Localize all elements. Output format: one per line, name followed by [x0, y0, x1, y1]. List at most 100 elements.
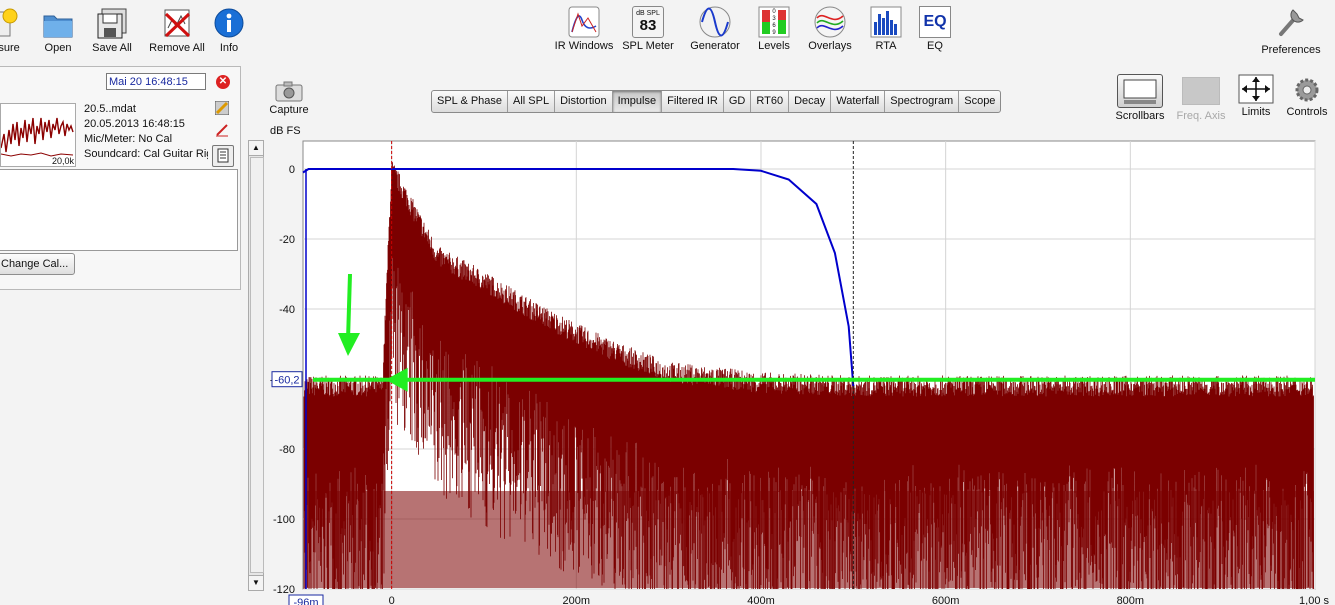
scrollbar-thumb[interactable]	[250, 157, 264, 573]
scroll-down-arrow-icon[interactable]: ▼	[249, 575, 263, 590]
notes-icon[interactable]	[212, 145, 234, 167]
spl-meter-icon-value: 83	[639, 17, 657, 34]
save-all-label: Save All	[92, 42, 132, 54]
levels-meter-icon: 0 3 6 9	[758, 6, 790, 38]
measurement-thumbnail[interactable]: 20,0k	[0, 103, 76, 167]
spl-meter-label: SPL Meter	[622, 40, 674, 52]
x-start-readout-value: -96m	[293, 597, 318, 605]
measurement-datetime: 20.05.2013 16:48:15	[84, 118, 185, 130]
gear-icon	[1292, 74, 1322, 104]
scrollbars-icon	[1117, 74, 1163, 108]
measurement-mic-meter: Mic/Meter: No Cal	[84, 133, 173, 145]
x-tick-label: 600m	[932, 595, 960, 605]
capture-button[interactable]: Capture	[268, 80, 310, 116]
x-tick-label: 0	[389, 595, 395, 605]
limits-arrows-icon	[1238, 74, 1274, 104]
controls-label: Controls	[1286, 106, 1328, 118]
notes-textarea[interactable]	[0, 169, 238, 251]
tab-decay[interactable]: Decay	[789, 91, 832, 112]
scroll-up-arrow-icon[interactable]: ▲	[249, 141, 263, 156]
levels-digit: 6	[772, 23, 776, 29]
measurement-title-field[interactable]	[106, 73, 206, 90]
graph-tabs: SPL & Phase All SPL Distortion Impulse F…	[431, 90, 1002, 113]
overlays-icon	[814, 6, 846, 38]
window-curve	[302, 168, 855, 387]
freq-axis-button[interactable]: Freq. Axis	[1172, 74, 1230, 122]
wrench-icon	[1275, 6, 1307, 38]
measurement-soundcard: Soundcard: Cal Guitar Rig	[84, 148, 208, 160]
eq-icon: EQ	[919, 6, 951, 38]
plot-area[interactable]	[302, 140, 1316, 590]
measurement-filename: 20.5..mdat	[84, 103, 136, 115]
tab-scope[interactable]: Scope	[959, 91, 1000, 112]
open-label: Open	[44, 42, 72, 54]
save-all-button[interactable]: Save All	[88, 8, 136, 54]
ir-windows-icon	[568, 6, 600, 38]
y-tick-label: -100	[273, 514, 295, 526]
change-cal-button[interactable]: Change Cal...	[0, 253, 76, 275]
cursor-readout-value: -60,2	[274, 375, 299, 387]
scrollbars-button[interactable]: Scrollbars	[1112, 74, 1168, 122]
edit-measurement-icon[interactable]	[214, 100, 230, 116]
x-tick-label: 800m	[1117, 595, 1145, 605]
controls-button[interactable]: Controls	[1284, 74, 1330, 118]
remove-all-button[interactable]: Remove All	[146, 8, 208, 54]
generator-button[interactable]: Generator	[688, 6, 742, 52]
tab-all-spl[interactable]: All SPL	[508, 91, 556, 112]
measure-button[interactable]: asure	[0, 8, 26, 54]
tab-rt60[interactable]: RT60	[751, 91, 790, 112]
limits-label: Limits	[1241, 106, 1271, 118]
rta-label: RTA	[875, 40, 897, 52]
thumbnail-freq-label: 20,0k	[51, 156, 74, 166]
eq-label: EQ	[927, 40, 943, 52]
x-tick-label: 400m	[747, 595, 775, 605]
levels-button[interactable]: 0 3 6 9 Levels	[752, 6, 796, 52]
ir-windows-button[interactable]: IR Windows	[554, 6, 614, 52]
levels-label: Levels	[758, 40, 790, 52]
folder-icon	[42, 8, 74, 40]
spl-meter-icon: dB SPL 83	[632, 6, 664, 38]
save-all-icon	[96, 8, 128, 40]
tab-spl-phase[interactable]: SPL & Phase	[432, 91, 509, 112]
preferences-button[interactable]: Preferences	[1258, 6, 1324, 56]
y-tick-label: -20	[279, 234, 295, 246]
down-arrow-annotation-shaft	[346, 273, 352, 341]
down-arrow-annotation-head	[338, 333, 360, 356]
tab-distortion[interactable]: Distortion	[555, 91, 613, 112]
remove-all-label: Remove All	[149, 42, 205, 54]
rta-button[interactable]: RTA	[866, 6, 906, 52]
info-button[interactable]: Info	[212, 8, 246, 54]
tab-impulse[interactable]: Impulse	[612, 91, 663, 112]
measurement-panel: ✕ 20,0k 20.5..mdat 20.05.2013 16:48:15 M…	[0, 66, 241, 290]
measure-icon	[0, 8, 22, 40]
x-tick-label: -96m	[290, 595, 315, 605]
tab-filtered-ir[interactable]: Filtered IR	[662, 91, 724, 112]
freq-axis-label: Freq. Axis	[1176, 110, 1226, 122]
preferences-label: Preferences	[1261, 44, 1321, 56]
overlays-button[interactable]: Overlays	[804, 6, 856, 52]
cursor-readout-box[interactable]	[271, 371, 303, 388]
eq-button[interactable]: EQ EQ	[916, 6, 954, 52]
pen-icon[interactable]	[215, 123, 229, 137]
y-tick-label: 0	[289, 164, 295, 176]
open-button[interactable]: Open	[38, 8, 78, 54]
tab-waterfall[interactable]: Waterfall	[831, 91, 886, 112]
levels-digit: 0	[772, 9, 776, 15]
limits-button[interactable]: Limits	[1234, 74, 1278, 118]
x-start-readout-box[interactable]	[288, 594, 324, 605]
remove-measurement-icon[interactable]: ✕	[216, 75, 230, 89]
generator-label: Generator	[690, 40, 740, 52]
tab-gd[interactable]: GD	[724, 91, 752, 112]
vertical-scrollbar[interactable]: ▲ ▼	[248, 140, 264, 591]
sine-wave-icon	[699, 6, 731, 38]
y-tick-label: -40	[279, 304, 295, 316]
x-tick-label: 1,00 s	[1299, 595, 1329, 605]
x-tick-label: 200m	[563, 595, 591, 605]
overlays-label: Overlays	[808, 40, 852, 52]
remove-all-icon	[161, 8, 193, 40]
tab-spectrogram[interactable]: Spectrogram	[885, 91, 960, 112]
levels-digit: 3	[772, 16, 776, 22]
info-label: Info	[219, 42, 239, 54]
spl-meter-button[interactable]: dB SPL 83 SPL Meter	[620, 6, 676, 52]
y-tick-label: -60,2	[270, 375, 295, 387]
